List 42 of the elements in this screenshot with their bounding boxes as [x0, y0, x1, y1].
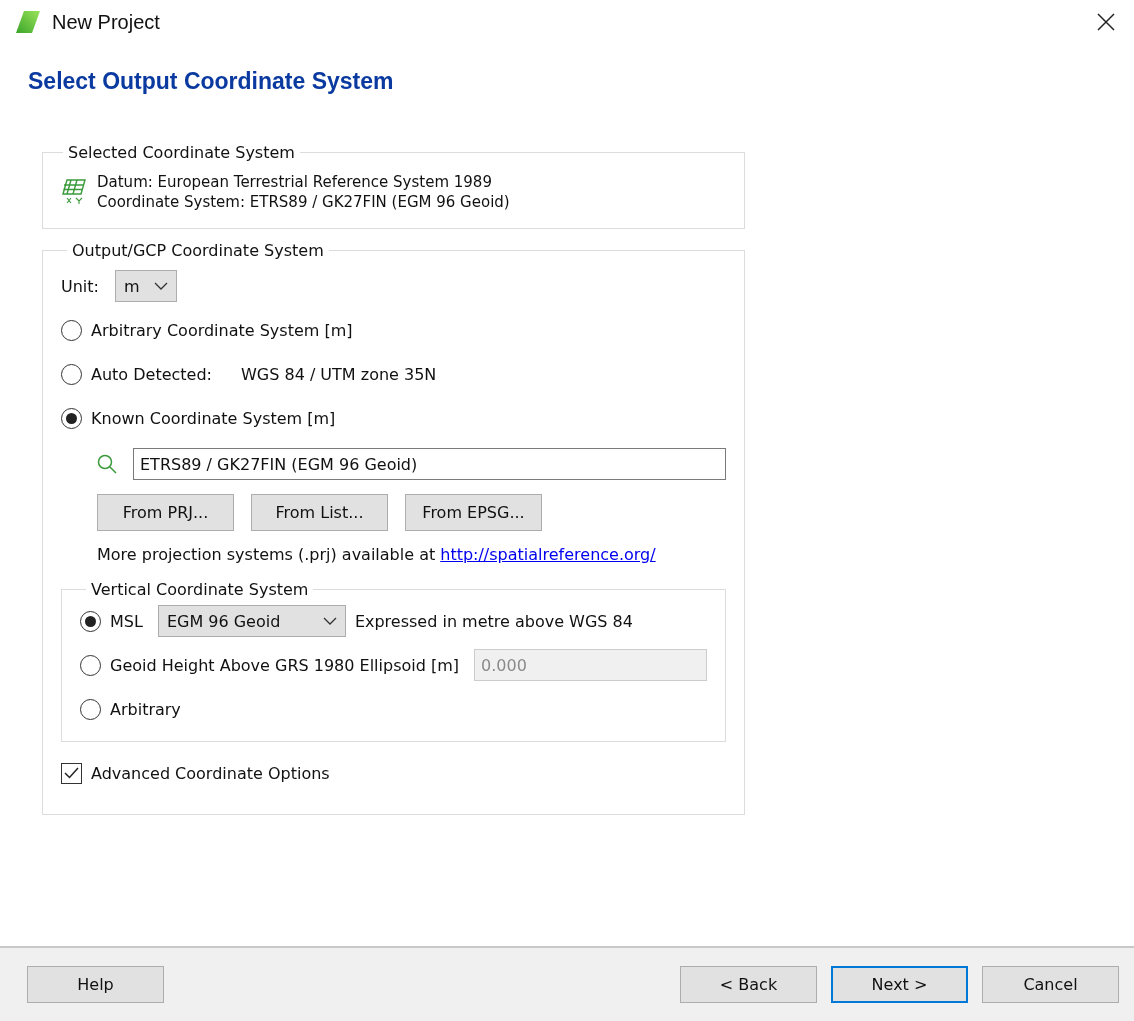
- radio-label: Geoid Height Above GRS 1980 Ellipsoid [m]: [110, 655, 460, 675]
- import-button[interactable]: From EPSG...: [405, 493, 542, 531]
- search-icon: [97, 454, 117, 474]
- checkbox[interactable]: [61, 762, 82, 784]
- import-button[interactable]: From List...: [251, 493, 388, 531]
- radio-button[interactable]: [61, 363, 82, 385]
- dialog-button[interactable]: Cancel: [982, 966, 1119, 1003]
- page-heading: Select Output Coordinate System: [28, 68, 394, 95]
- detected-system-text: WGS 84 / UTM zone 35N: [241, 364, 437, 384]
- checkbox-label: Advanced Coordinate Options: [91, 763, 330, 783]
- radio-button[interactable]: [80, 698, 101, 720]
- link[interactable]: http://spatialreference.org/: [440, 544, 656, 564]
- radio-button[interactable]: [61, 407, 82, 429]
- radio-label: MSL: [110, 611, 143, 631]
- radio-label: Auto Detected:: [91, 364, 212, 384]
- radio-label: Known Coordinate System [m]: [91, 408, 336, 428]
- dialog-button[interactable]: Next >: [831, 966, 968, 1003]
- note-text: More projection systems (.prj) available at: [97, 544, 436, 564]
- group-title: Selected Coordinate System: [67, 143, 296, 162]
- info-text: Coordinate System: ETRS89 / GK27FIN (EGM 96 Geoid): [97, 192, 510, 212]
- grid-xy-icon: [61, 177, 87, 207]
- group-title: Vertical Coordinate System: [90, 580, 310, 599]
- info-text: Datum: European Terrestrial Reference System 1989: [97, 172, 493, 192]
- unit-label: Unit:: [61, 276, 99, 296]
- window-title: New Project: [52, 10, 161, 34]
- radio-button[interactable]: [61, 319, 82, 341]
- search-field[interactable]: ETRS89 / GK27FIN (EGM 96 Geoid): [133, 448, 726, 480]
- unit-dropdown[interactable]: m: [114, 270, 177, 302]
- import-button[interactable]: From PRJ...: [97, 493, 234, 531]
- app-logo-icon: [16, 11, 40, 33]
- chevron-icon: [153, 281, 168, 291]
- checkmark-icon: [64, 767, 79, 779]
- dialog-button[interactable]: < Back: [680, 966, 817, 1003]
- radio-button[interactable]: [80, 610, 101, 632]
- radio-label: Arbitrary Coordinate System [m]: [91, 320, 353, 340]
- chevron-icon: [322, 616, 337, 626]
- dialog-button[interactable]: Help: [27, 966, 164, 1003]
- geoid-dropdown[interactable]: EGM 96 Geoid: [157, 605, 346, 637]
- detail-text: Expressed in metre above WGS 84: [354, 611, 633, 631]
- group-title: Output/GCP Coordinate System: [71, 241, 325, 260]
- radio-label: Arbitrary: [110, 699, 181, 719]
- close-icon: [1096, 12, 1116, 32]
